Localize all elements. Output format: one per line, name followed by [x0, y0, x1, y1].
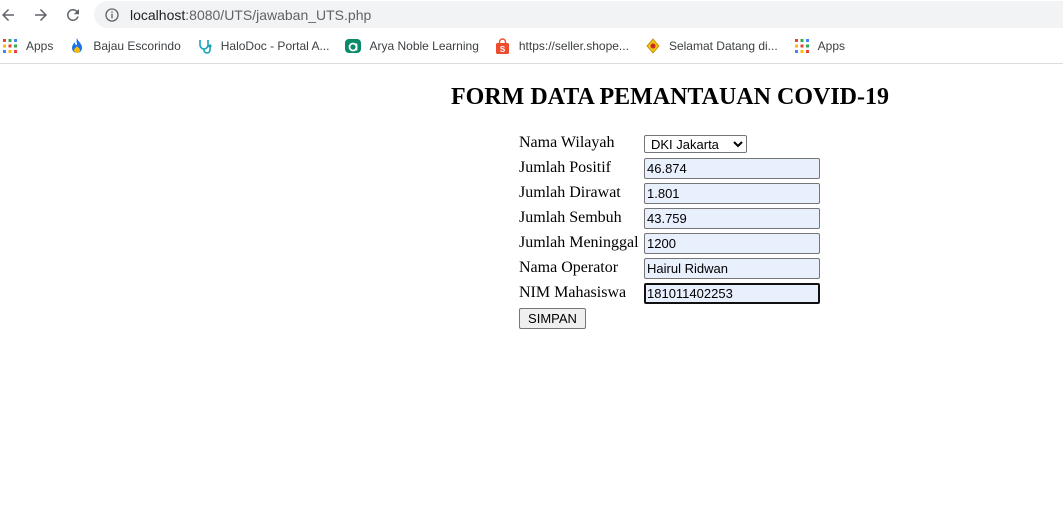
emblem-icon: [645, 38, 661, 54]
back-button[interactable]: [0, 3, 20, 27]
reload-button[interactable]: [61, 3, 85, 27]
bookmark-label: Apps: [26, 39, 54, 53]
url-host: localhost: [130, 6, 186, 23]
covid-data-form: Nama Wilayah DKI Jakarta Jumlah Positif …: [519, 132, 839, 329]
bookmark-apps-2[interactable]: Apps: [794, 34, 845, 58]
flame-icon: [69, 38, 85, 54]
url-text: localhost:8080/UTS/jawaban_UTS.php: [130, 7, 371, 23]
bookmark-label: Apps: [817, 39, 846, 53]
jumlah-meninggal-input[interactable]: [644, 233, 820, 254]
field-nama-wilayah: Nama Wilayah DKI Jakarta: [519, 132, 839, 157]
bookmark-bajau-escorindo[interactable]: Bajau Escorindo: [69, 34, 181, 58]
field-label: Jumlah Sembuh: [519, 209, 622, 226]
bookmark-shopee-seller[interactable]: S https://seller.shope...: [495, 34, 629, 58]
bookmark-label: HaloDoc - Portal A...: [220, 39, 330, 53]
bookmark-label: Bajau Escorindo: [93, 39, 181, 53]
bookmark-halodoc[interactable]: HaloDoc - Portal A...: [197, 34, 330, 58]
simpan-button[interactable]: SIMPAN: [519, 308, 586, 329]
info-icon: [105, 7, 119, 22]
url-path: :8080/UTS/jawaban_UTS.php: [185, 6, 372, 23]
bookmark-label: Selamat Datang di...: [668, 39, 778, 53]
wilayah-select[interactable]: DKI Jakarta: [644, 135, 747, 153]
bookmarks-bar: Apps Bajau Escorindo HaloDoc - Portal A.…: [0, 33, 1063, 64]
arrow-right-icon: [35, 9, 47, 21]
bookmark-apps[interactable]: Apps: [2, 34, 53, 58]
field-jumlah-positif: Jumlah Positif: [519, 157, 839, 182]
field-label: Nama Wilayah: [519, 134, 615, 151]
jumlah-positif-input[interactable]: [644, 158, 820, 179]
field-jumlah-dirawat: Jumlah Dirawat: [519, 182, 839, 207]
field-jumlah-meninggal: Jumlah Meninggal: [519, 232, 839, 257]
field-label: NIM Mahasiswa: [519, 284, 627, 301]
apps-grid-icon: [2, 38, 18, 54]
bookmark-arya-noble[interactable]: Arya Noble Learning: [345, 34, 479, 58]
arrow-left-icon: [2, 9, 14, 21]
page-title: FORM DATA PEMANTAUAN COVID-19: [451, 84, 889, 110]
field-nama-operator: Nama Operator: [519, 257, 839, 282]
bookmark-label: https://seller.shope...: [518, 39, 629, 53]
nim-mahasiswa-input[interactable]: [644, 283, 820, 304]
svg-text:S: S: [500, 45, 506, 54]
field-jumlah-sembuh: Jumlah Sembuh: [519, 207, 839, 232]
field-nim-mahasiswa: NIM Mahasiswa: [519, 282, 839, 307]
apps-grid-icon: [794, 38, 810, 54]
bookmark-label: Arya Noble Learning: [369, 39, 479, 53]
stethoscope-icon: [197, 38, 213, 54]
arya-logo-icon: [345, 38, 362, 54]
field-label: Nama Operator: [519, 259, 619, 276]
nama-operator-input[interactable]: [644, 258, 820, 279]
address-bar[interactable]: localhost:8080/UTS/jawaban_UTS.php: [94, 1, 1063, 28]
jumlah-sembuh-input[interactable]: [644, 208, 820, 229]
field-label: Jumlah Positif: [519, 159, 612, 176]
reload-icon: [66, 8, 79, 21]
jumlah-dirawat-input[interactable]: [644, 183, 820, 204]
forward-button[interactable]: [29, 3, 53, 27]
field-label: Jumlah Meninggal: [519, 234, 639, 251]
field-label: Jumlah Dirawat: [519, 184, 621, 201]
browser-toolbar: localhost:8080/UTS/jawaban_UTS.php: [0, 0, 1063, 30]
shopee-bag-icon: S: [495, 38, 511, 54]
bookmark-selamat-datang[interactable]: Selamat Datang di...: [645, 34, 778, 58]
